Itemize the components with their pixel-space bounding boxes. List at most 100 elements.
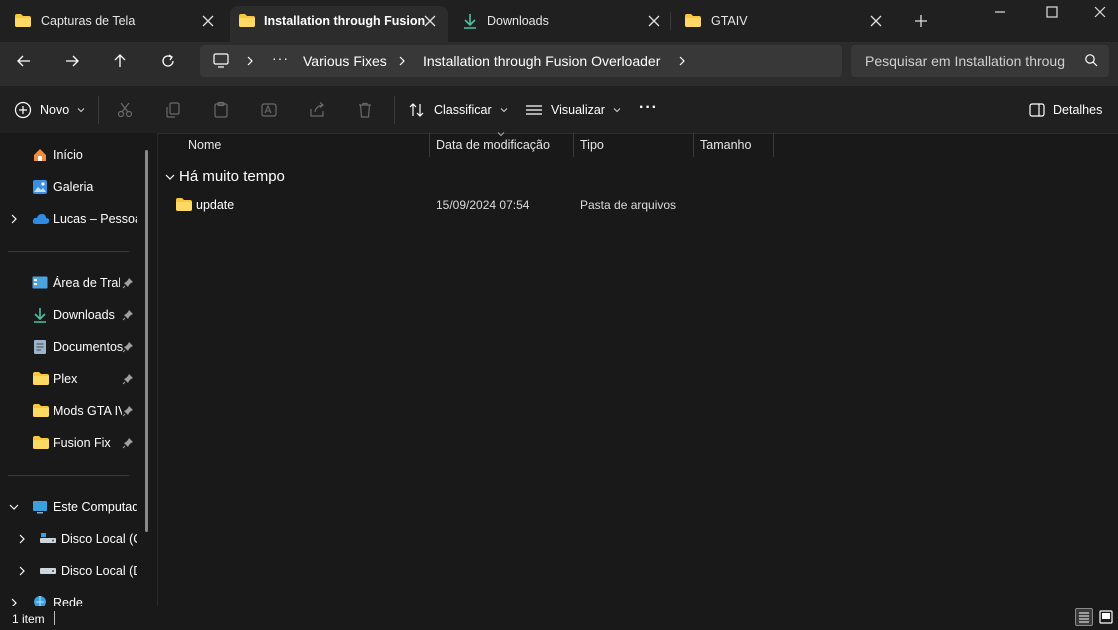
sidebar-item-label: Documentos (53, 340, 123, 354)
sort-button-label: Classificar (434, 103, 492, 117)
breadcrumb-item[interactable]: Various Fixes (303, 53, 387, 69)
details-button-label: Detalhes (1053, 103, 1103, 117)
sidebar-item-area-de-trabalho[interactable]: Área de Trabalho (0, 271, 140, 295)
tab-label: Downloads (487, 14, 549, 28)
tab-gtaiv[interactable]: GTAIV (670, 0, 894, 42)
sidebar-item-galeria[interactable]: Galeria (0, 175, 140, 199)
pin-icon (122, 437, 134, 449)
sidebar-item-label: Disco Local (C:) (61, 532, 137, 546)
view-button[interactable]: Visualizar (525, 99, 621, 121)
chevron-right-icon[interactable] (8, 597, 20, 606)
pin-icon (122, 405, 134, 417)
network-icon (32, 595, 48, 606)
column-separator[interactable] (573, 133, 574, 157)
sidebar-item-label: Área de Trabalho (53, 276, 120, 290)
up-button[interactable] (104, 47, 136, 75)
sidebar-item-documentos[interactable]: Documentos (0, 335, 140, 359)
close-tab-icon[interactable] (868, 13, 884, 29)
close-tab-icon[interactable] (646, 13, 662, 29)
breadcrumb-item[interactable]: Installation through Fusion Overloader (423, 53, 660, 69)
tab-installation-through-fusion[interactable]: Installation through Fusion (230, 6, 448, 42)
sidebar-item-label: Galeria (53, 180, 94, 194)
tiles-view-toggle[interactable] (1097, 608, 1115, 626)
close-window-icon[interactable] (1092, 4, 1108, 20)
group-collapse-chevron-icon[interactable] (164, 171, 176, 183)
maximize-icon[interactable] (1044, 4, 1060, 20)
chevron-down-icon (500, 108, 508, 113)
search-input[interactable]: Pesquisar em Installation through (851, 45, 1109, 77)
chevron-right-icon[interactable] (16, 533, 28, 545)
new-tab-icon[interactable] (912, 12, 930, 30)
delete-icon[interactable] (356, 101, 374, 119)
cut-icon[interactable] (116, 101, 134, 119)
minimize-icon[interactable] (992, 4, 1008, 20)
tab-capturas-de-tela[interactable]: Capturas de Tela (0, 0, 230, 42)
column-separator[interactable] (429, 133, 430, 157)
refresh-icon (162, 54, 174, 67)
sidebar-scrollbar[interactable] (145, 150, 148, 532)
sort-button[interactable]: Classificar (408, 99, 508, 121)
chevron-right-icon[interactable] (244, 55, 256, 67)
rename-icon[interactable] (260, 101, 278, 119)
search-icon[interactable] (1084, 53, 1098, 67)
add-circle-icon (14, 101, 32, 119)
details-view-toggle[interactable] (1075, 608, 1093, 626)
details-view-icon (1079, 612, 1089, 623)
sidebar-item-disco-local-d[interactable]: Disco Local (D:) (0, 559, 140, 583)
chevron-right-icon[interactable] (8, 213, 20, 225)
details-button[interactable]: Detalhes (1029, 99, 1102, 121)
refresh-button[interactable] (152, 47, 184, 75)
chevron-right-icon[interactable] (676, 55, 688, 67)
back-button[interactable] (8, 47, 40, 75)
sidebar-item-inicio[interactable]: Início (0, 143, 140, 167)
sidebar-item-label: Rede (53, 596, 83, 606)
chevron-right-icon[interactable] (16, 565, 28, 577)
arrow-left-icon (17, 55, 30, 67)
copy-icon[interactable] (164, 101, 182, 119)
sidebar-item-label: Disco Local (D:) (61, 564, 137, 578)
search-placeholder: Pesquisar em Installation through (865, 53, 1065, 69)
pin-icon (122, 373, 134, 385)
sidebar-item-label: Este Computador (53, 500, 137, 514)
group-header[interactable]: Há muito tempo (179, 168, 285, 185)
arrow-right-icon (66, 55, 79, 67)
chevron-down-icon (613, 108, 621, 113)
sidebar-item-disco-local-c[interactable]: Disco Local (C:) (0, 527, 140, 551)
folder-icon (14, 13, 32, 28)
more-options-button[interactable]: ··· (639, 97, 658, 119)
file-row[interactable]: update 15/09/2024 07:54 Pasta de arquivo… (162, 194, 774, 216)
pin-icon (122, 277, 134, 289)
column-header-type[interactable]: Tipo (580, 138, 604, 152)
column-header-size[interactable]: Tamanho (700, 138, 751, 152)
share-icon[interactable] (308, 101, 326, 119)
details-pane-icon (1029, 103, 1045, 117)
sidebar-item-downloads[interactable]: Downloads (0, 303, 140, 327)
close-tab-icon[interactable] (422, 13, 438, 29)
column-header-date-modified[interactable]: Data de modificação (436, 138, 550, 152)
toolbar-separator (394, 96, 395, 124)
close-tab-icon[interactable] (200, 13, 216, 29)
sidebar-item-label: Lucas – Pessoal (53, 212, 137, 226)
column-header-name[interactable]: Nome (188, 138, 221, 152)
column-separator[interactable] (693, 133, 694, 157)
sidebar-item-fusion-fix[interactable]: Fusion Fix (0, 431, 140, 455)
sidebar-item-rede[interactable]: Rede (0, 591, 140, 606)
sidebar-item-mods-gta-iv[interactable]: Mods GTA IV (0, 399, 140, 423)
home-icon (32, 147, 48, 163)
computer-icon[interactable] (212, 53, 230, 69)
breadcrumb-overflow[interactable]: ··· (272, 50, 289, 66)
tab-downloads[interactable]: Downloads (448, 0, 670, 42)
status-bar (0, 606, 1118, 630)
gallery-icon (32, 179, 48, 195)
chevron-right-icon[interactable] (396, 55, 408, 67)
sidebar-item-onedrive[interactable]: Lucas – Pessoal (0, 207, 140, 231)
paste-icon[interactable] (212, 101, 230, 119)
forward-button[interactable] (56, 47, 88, 75)
drive-icon (39, 531, 57, 545)
column-separator[interactable] (773, 133, 774, 157)
new-button[interactable]: Novo (14, 99, 85, 121)
file-type: Pasta de arquivos (580, 198, 677, 212)
chevron-down-icon[interactable] (8, 501, 20, 513)
sidebar-item-este-computador[interactable]: Este Computador (0, 495, 140, 519)
sidebar-item-plex[interactable]: Plex (0, 367, 140, 391)
